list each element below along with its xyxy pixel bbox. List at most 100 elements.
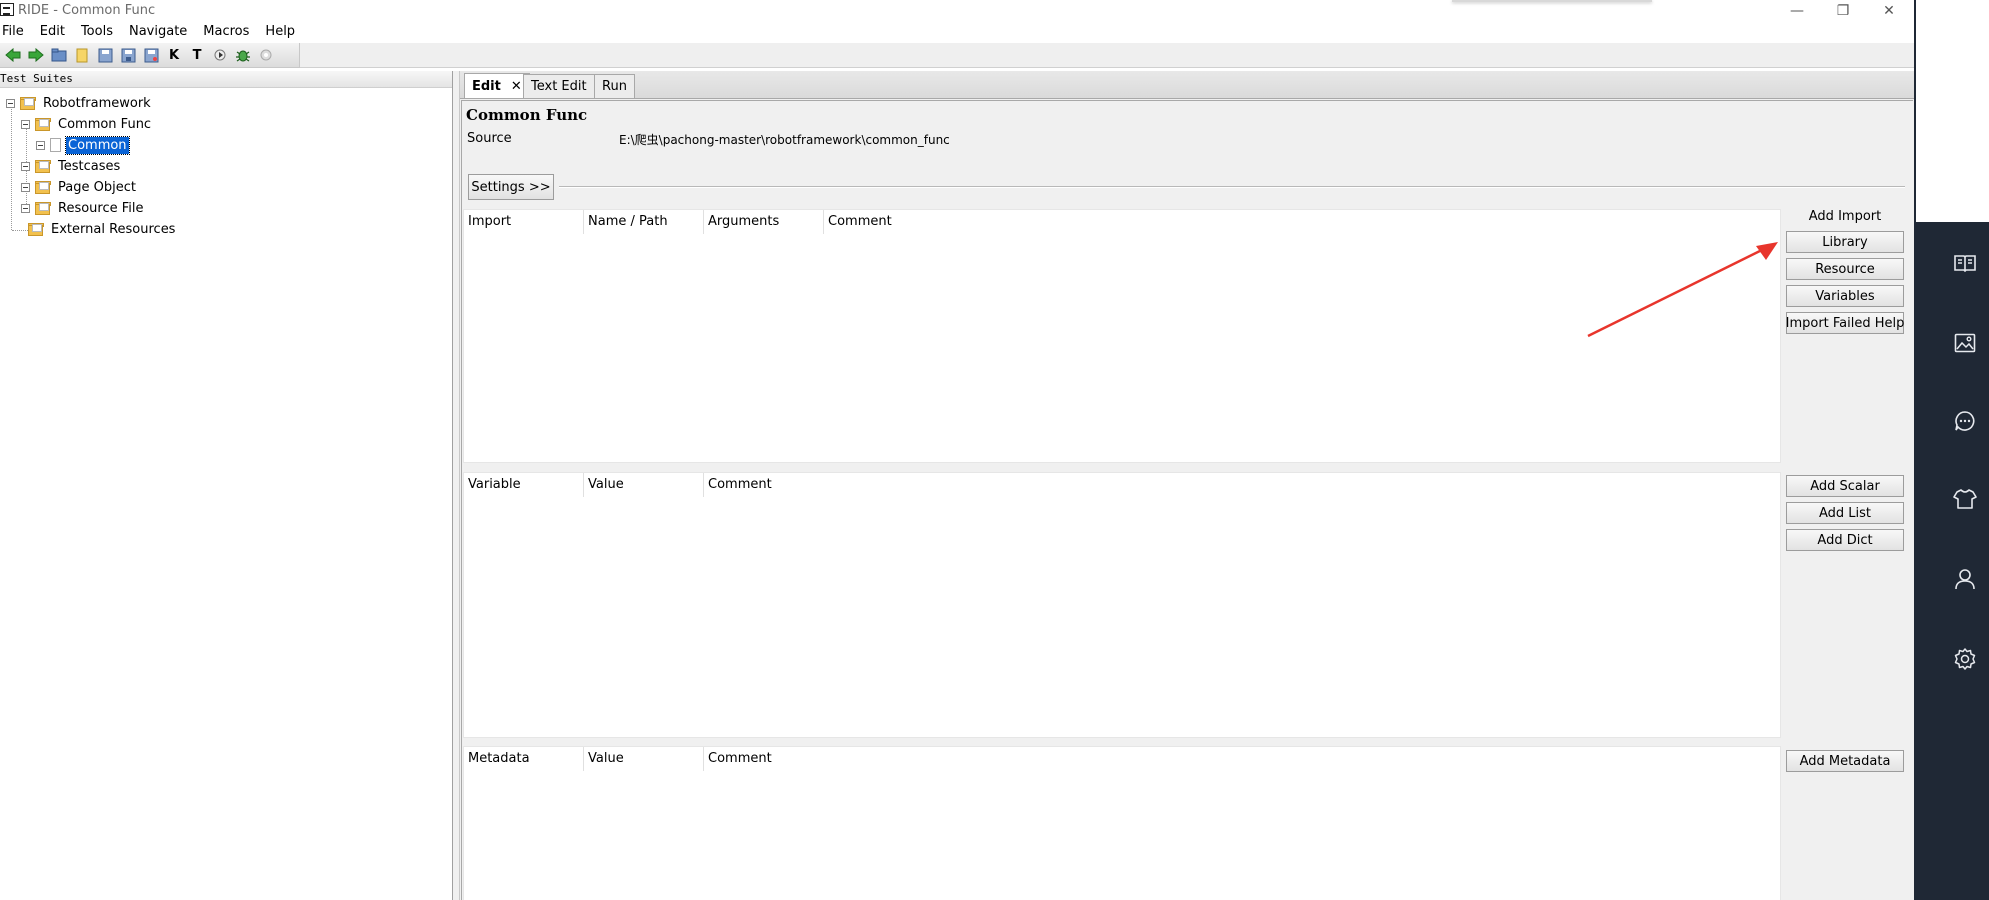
collapse-icon[interactable] [6, 98, 15, 108]
tree-label: Resource File [58, 200, 144, 216]
menu-tools[interactable]: Tools [81, 22, 119, 42]
tree-item-resource-file[interactable]: Resource File [21, 198, 146, 218]
forward-arrow-icon[interactable] [27, 46, 45, 64]
add-library-button[interactable]: Library [1786, 231, 1904, 253]
user-icon[interactable] [1952, 566, 1978, 592]
metadata-table[interactable]: Metadata Value Comment [463, 746, 1781, 900]
panel-splitter[interactable] [452, 71, 460, 900]
tree-item-common-func[interactable]: Common Func [21, 114, 153, 134]
debug-bug-icon[interactable] [234, 46, 252, 64]
minimize-button[interactable]: — [1774, 0, 1820, 22]
tree-label: Common Func [58, 116, 152, 132]
tab-run[interactable]: Run [594, 74, 635, 98]
annotation-arrow [1587, 242, 1778, 338]
tree-label: External Resources [51, 221, 176, 237]
sidebar-edge [1914, 0, 1916, 900]
right-app-sidebar [1914, 222, 1989, 900]
tree-connector [11, 107, 13, 230]
folder-icon [35, 159, 51, 173]
settings-divider [559, 186, 1905, 188]
tree-item-testcases[interactable]: Testcases [21, 156, 122, 176]
collapse-icon[interactable] [21, 203, 30, 213]
column-header: Comment [708, 751, 772, 766]
column-header: Arguments [704, 210, 824, 234]
settings-gear-icon[interactable] [1952, 646, 1978, 672]
menu-help[interactable]: Help [265, 22, 301, 42]
source-path: E:\爬虫\pachong-master\robotframework\comm… [619, 133, 950, 147]
settings-toggle-button[interactable]: Settings >> [468, 174, 554, 200]
source-label: Source [467, 131, 512, 146]
add-metadata-button[interactable]: Add Metadata [1786, 750, 1904, 772]
tree-label-selected: Common [65, 135, 130, 155]
import-failed-help-button[interactable]: Import Failed Help [1786, 312, 1904, 334]
resource-file-icon [50, 138, 61, 152]
chat-bubble-icon[interactable] [1952, 408, 1978, 434]
collapse-icon[interactable] [21, 119, 30, 129]
k-label: K [168, 47, 180, 63]
image-icon[interactable] [1952, 330, 1978, 356]
test-search-icon[interactable]: T [188, 46, 206, 64]
restore-icon: ❐ [1836, 3, 1850, 19]
run-icon[interactable] [211, 46, 229, 64]
toolbar-background [300, 43, 1914, 68]
window-title: RIDE - Common Func [18, 3, 156, 18]
close-icon[interactable]: ✕ [511, 79, 522, 94]
column-header: Name / Path [584, 210, 704, 234]
tree-label: Robotframework [43, 95, 151, 111]
folder-icon [35, 117, 51, 131]
collapse-icon[interactable] [36, 140, 45, 150]
add-scalar-button[interactable]: Add Scalar [1786, 475, 1904, 497]
tree-item-common[interactable]: Common [36, 135, 130, 155]
back-arrow-icon[interactable] [4, 46, 22, 64]
save-as-icon[interactable] [142, 46, 160, 64]
collapse-icon[interactable] [21, 161, 30, 171]
collapse-icon[interactable] [21, 182, 30, 192]
menu-navigate[interactable]: Navigate [129, 22, 193, 42]
close-icon: ✕ [1883, 3, 1895, 19]
add-resource-button[interactable]: Resource [1786, 258, 1904, 280]
open-folder-icon[interactable] [50, 46, 68, 64]
column-header: Comment [708, 477, 772, 492]
save-all-icon[interactable] [119, 46, 137, 64]
add-list-button[interactable]: Add List [1786, 502, 1904, 524]
column-header: Value [584, 747, 704, 771]
tab-text-edit[interactable]: Text Edit [523, 74, 595, 98]
tab-strip [460, 71, 1914, 99]
title-bar [0, 0, 1914, 22]
folder-icon [28, 222, 44, 236]
new-file-icon[interactable] [73, 46, 91, 64]
tab-edit[interactable]: Edit ✕ [464, 73, 530, 98]
menu-edit[interactable]: Edit [40, 22, 71, 42]
add-variables-button[interactable]: Variables [1786, 285, 1904, 307]
toolbar: K T [0, 43, 300, 68]
stop-icon[interactable] [257, 46, 275, 64]
tree-label: Testcases [58, 158, 121, 174]
folder-icon [20, 96, 36, 110]
folder-icon [35, 201, 51, 215]
tab-label: Edit [472, 78, 501, 94]
restore-button[interactable]: ❐ [1820, 0, 1866, 22]
menu-macros[interactable]: Macros [203, 22, 255, 42]
folder-icon [35, 180, 51, 194]
variable-table[interactable]: Variable Value Comment [463, 472, 1781, 738]
column-header: Value [584, 473, 704, 497]
import-table-header: Import Name / Path Arguments Comment [464, 210, 944, 234]
keyword-search-icon[interactable]: K [165, 46, 183, 64]
tree-item-external-resources[interactable]: External Resources [28, 219, 177, 239]
tab-label: Run [602, 79, 627, 94]
tree-item-robotframework[interactable]: Robotframework [6, 93, 153, 113]
add-dict-button[interactable]: Add Dict [1786, 529, 1904, 551]
t-label: T [192, 47, 202, 63]
save-icon[interactable] [96, 46, 114, 64]
tree-item-page-object[interactable]: Page Object [21, 177, 138, 197]
tshirt-icon[interactable] [1952, 486, 1978, 512]
tree-label: Page Object [58, 179, 136, 195]
test-suites-header: Test Suites [0, 71, 452, 88]
overlay-edge [1452, 0, 1652, 2]
column-header: Import [464, 210, 584, 234]
book-icon[interactable] [1952, 250, 1978, 276]
close-window-button[interactable]: ✕ [1866, 0, 1912, 22]
menu-file[interactable]: File [0, 22, 30, 42]
column-header: Metadata [464, 747, 584, 771]
menu-bar: File Edit Tools Navigate Macros Help [0, 22, 1914, 42]
